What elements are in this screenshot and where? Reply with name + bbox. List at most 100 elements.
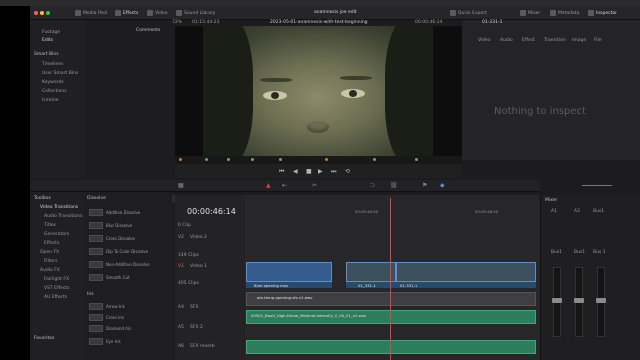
source-timecode: 01:15:44:23 [192, 20, 220, 25]
channel-fader[interactable] [574, 267, 584, 337]
effect-item[interactable]: Blur Dissolve [89, 221, 132, 230]
effect-item[interactable]: Arrow Iris [89, 302, 125, 311]
clip-name: 01_331-1 [358, 283, 376, 288]
selection-tool-icon[interactable]: ▲ [266, 182, 271, 189]
channel-fader[interactable] [552, 267, 562, 337]
effect-item[interactable]: Dip To Color Dissolve [89, 247, 148, 256]
snapping-icon[interactable]: ⊃ [370, 182, 375, 189]
toolbox-item[interactable]: Fairlight FX [44, 277, 69, 282]
smart-bin-item[interactable]: Iceome [42, 98, 58, 103]
smart-bin-item[interactable]: Collections [42, 89, 67, 94]
trim-tool-icon[interactable]: ⇤ [282, 182, 287, 189]
metadata-button[interactable]: Metadata [550, 9, 579, 17]
skip-back-icon[interactable]: ⏮ [279, 168, 284, 176]
link-icon[interactable]: ⛓ [390, 182, 398, 189]
toolbox-item[interactable]: Open FX [40, 250, 59, 255]
sound-library-icon [176, 10, 182, 16]
skip-forward-icon[interactable]: ⏭ [331, 168, 336, 176]
media-pool-button[interactable]: Media Pool [75, 9, 107, 17]
clip-name: 00501_Bauti_High-Drone_Minimal-Intensity… [251, 313, 367, 318]
play-reverse-icon[interactable]: ◀ [293, 168, 298, 175]
effects-icon [115, 10, 121, 16]
video-clip[interactable] [246, 262, 332, 282]
effect-item[interactable]: Cross Dissolve [89, 234, 135, 243]
toolbox-item[interactable]: VST Effects [44, 286, 69, 291]
viewer[interactable] [175, 26, 462, 156]
viewer-zoom[interactable]: 72% [172, 20, 182, 25]
effect-item[interactable]: Smooth Cut [89, 273, 130, 282]
track-id: A5 [178, 325, 184, 330]
inspector-tab-video[interactable]: Video [478, 38, 491, 43]
effect-item[interactable]: Additive Dissolve [89, 208, 140, 217]
inspector-tab-file[interactable]: File [594, 38, 602, 43]
viewer-scrub-bar[interactable] [175, 156, 462, 164]
mixer-icon [520, 10, 526, 16]
track-headers: 00:00:46:14 0 Clip V2 Video 2 149 Clips … [175, 195, 245, 360]
inspector-empty-message: Nothing to inspect [494, 106, 586, 117]
toolbox-panel: Toolbox Video Transitions Audio Transiti… [30, 192, 85, 360]
bin-item[interactable]: Footage [42, 30, 60, 35]
audio-clip[interactable]: pie-temp-opening.sfx-v1.wav [246, 292, 536, 306]
video-icon [147, 10, 153, 16]
video-clip[interactable] [346, 262, 396, 282]
grid-icon[interactable]: ▦ [178, 182, 184, 189]
sound-library-button[interactable]: Sound Library [176, 9, 215, 17]
iris-header: Iris [87, 292, 94, 297]
mixer-channel-label: A2 [574, 209, 580, 214]
smart-bin-item[interactable]: User Smart Bins [42, 71, 78, 76]
effect-item[interactable]: Cross Iris [89, 313, 124, 322]
window-controls[interactable] [34, 9, 50, 17]
effect-item[interactable]: Non-Additive Dissolve [89, 260, 150, 269]
inspector-icon [588, 10, 594, 16]
mixer-header: Mixer [545, 198, 558, 203]
track-id: A4 [178, 305, 184, 310]
smart-bin-item[interactable]: Keywords [42, 80, 64, 85]
stop-icon[interactable]: ■ [306, 168, 312, 175]
effects-button[interactable]: Effects [115, 9, 138, 17]
inspector-tab-audio[interactable]: Audio [500, 38, 513, 43]
timeline-name[interactable]: 2023-05-01-anamnesis-with-test-beginning [270, 20, 368, 25]
inspector-tab-effect[interactable]: Effect [522, 38, 535, 43]
toolbox-item[interactable]: Audio Transitions [44, 214, 82, 219]
timeline-toolbar: ▦ ▲ ⇤ ✂ ⊃ ⛓ ⚑ ◆ [30, 180, 612, 192]
inspector-tab-transition[interactable]: Transition [544, 38, 566, 43]
video-frame [203, 26, 433, 156]
smart-bin-item[interactable]: Timelines [42, 62, 63, 67]
channel-fader[interactable] [596, 267, 606, 337]
toolbox-item[interactable]: Effects [44, 241, 59, 246]
toolbox-item[interactable]: Generators [44, 232, 69, 237]
smart-bins-header: Smart Bins [34, 52, 59, 57]
mixer-button[interactable]: Mixer [520, 9, 540, 17]
toolbox-item[interactable]: Filters [44, 259, 58, 264]
flag-icon[interactable]: ⚑ [422, 182, 427, 189]
audio-clip[interactable]: 00501_Bauti_High-Drone_Minimal-Intensity… [246, 310, 536, 324]
effect-item[interactable]: Eye Iris [89, 337, 121, 346]
effect-item[interactable]: Diamond Iris [89, 324, 131, 333]
bin-item[interactable]: Edits [42, 38, 53, 43]
play-icon[interactable]: ▶ [318, 168, 323, 175]
clip-label-bar: 01-331-1 [396, 282, 536, 288]
track-id: A6 [178, 344, 184, 349]
video-button[interactable]: Video [147, 9, 168, 17]
metadata-icon [550, 10, 556, 16]
toolbox-item[interactable]: Video Transitions [40, 205, 78, 210]
transport-controls: ⏮ ◀ ■ ▶ ⏭ ⟲ [175, 164, 462, 178]
track-name: Video 2 [190, 235, 207, 240]
inspector-button[interactable]: Inspector [588, 9, 617, 17]
inspector-tab-image[interactable]: Image [572, 38, 586, 43]
video-clip[interactable] [396, 262, 536, 282]
quick-export-button[interactable]: Quick Export [450, 9, 487, 17]
loop-icon[interactable]: ⟲ [345, 168, 350, 175]
mixer-channel-label: Bus1 [593, 209, 605, 214]
zoom-slider[interactable] [582, 185, 612, 186]
marker-icon[interactable]: ◆ [440, 182, 445, 189]
toolbox-item[interactable]: Audio FX [40, 268, 60, 273]
window-left-margin [0, 0, 30, 360]
playhead[interactable] [390, 198, 391, 360]
mixer-channel-label: A1 [551, 209, 557, 214]
toolbox-item[interactable]: Titles [44, 223, 56, 228]
audio-clip[interactable] [246, 340, 536, 354]
mixer-send-label: Bus1 [574, 250, 586, 255]
blade-tool-icon[interactable]: ✂ [312, 182, 317, 189]
toolbox-item[interactable]: AU Effects [44, 295, 67, 300]
